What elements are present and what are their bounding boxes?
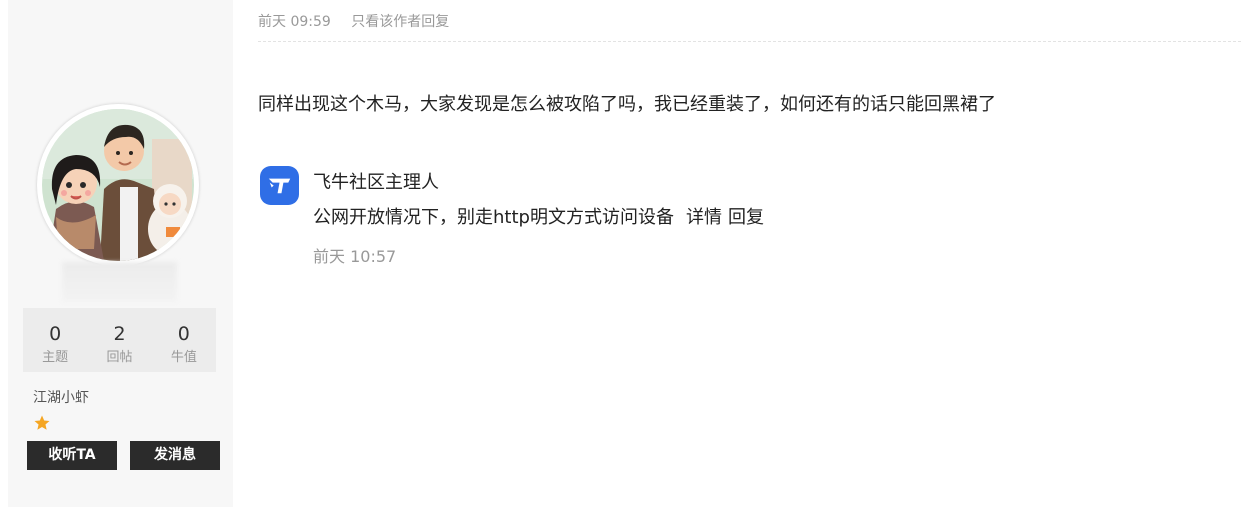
stat-value: 2 bbox=[113, 323, 126, 345]
stat-replies[interactable]: 2 回帖 bbox=[87, 308, 151, 372]
detail-link[interactable]: 详情 bbox=[686, 207, 722, 228]
stat-points[interactable]: 0 牛值 bbox=[152, 308, 216, 372]
post-meta: 前天 09:59 只看该作者回复 bbox=[258, 11, 449, 31]
reply-content: 公网开放情况下，别走http明文方式访问设备 bbox=[313, 207, 674, 228]
reply-time: 前天 10:57 bbox=[313, 247, 397, 266]
feiniu-logo-icon[interactable] bbox=[260, 166, 299, 209]
user-rank[interactable]: 江湖小虾 bbox=[33, 387, 89, 407]
stat-label: 主题 bbox=[42, 350, 69, 365]
avatar[interactable] bbox=[37, 104, 199, 266]
divider bbox=[258, 41, 1241, 42]
reply-body: 公网开放情况下，别走http明文方式访问设备 详情 回复 bbox=[313, 203, 764, 229]
star-icon bbox=[33, 414, 51, 436]
post-time: 前天 09:59 bbox=[258, 14, 331, 30]
stat-label: 牛值 bbox=[170, 350, 197, 365]
username-blurred bbox=[62, 262, 177, 302]
reply-author[interactable]: 飞牛社区主理人 bbox=[313, 168, 439, 194]
follow-button[interactable]: 收听TA bbox=[27, 441, 117, 470]
author-stats: 0 主题 2 回帖 0 牛值 bbox=[23, 308, 216, 372]
only-author-link[interactable]: 只看该作者回复 bbox=[351, 14, 449, 30]
send-message-button[interactable]: 发消息 bbox=[130, 441, 220, 470]
post-reply-link[interactable]: 回复 bbox=[421, 14, 449, 30]
reply-link[interactable]: 回复 bbox=[728, 207, 764, 228]
stat-label: 回帖 bbox=[106, 350, 133, 365]
family-illustration-avatar-icon bbox=[42, 109, 194, 261]
stat-topics[interactable]: 0 主题 bbox=[23, 308, 87, 372]
stat-value: 0 bbox=[49, 323, 62, 345]
stat-value: 0 bbox=[177, 323, 190, 345]
post-content: 同样出现这个木马，大家发现是怎么被攻陷了吗，我已经重装了，如何还有的话只能回黑裙… bbox=[258, 94, 996, 115]
only-author-label: 只看该作者 bbox=[351, 14, 422, 30]
